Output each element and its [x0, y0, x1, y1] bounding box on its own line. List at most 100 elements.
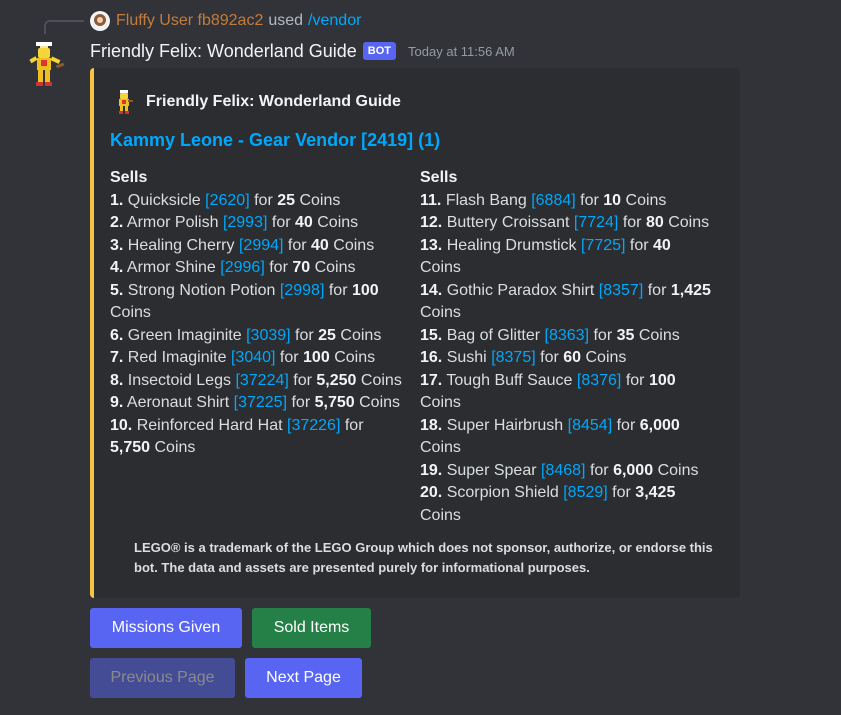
for-word: for — [279, 349, 299, 366]
item-id-link[interactable]: [7725] — [581, 237, 625, 254]
embed-footer-disclaimer: LEGO® is a trademark of the LEGO Group w… — [134, 540, 713, 575]
coins-word: Coins — [110, 304, 151, 321]
list-item: 20. Scorpion Shield [8529] for 3,425 Coi… — [420, 482, 716, 527]
next-page-button[interactable]: Next Page — [245, 658, 362, 698]
item-id-link[interactable]: [8529] — [563, 484, 607, 501]
for-word: for — [593, 326, 613, 344]
item-number: 8. — [110, 371, 124, 389]
item-name: Aeronaut Shirt — [126, 394, 230, 411]
for-word: for — [589, 461, 609, 479]
for-word: for — [625, 371, 645, 389]
list-item: 9. Aeronaut Shirt [37225] for 5,750 Coin… — [110, 392, 406, 415]
item-name: Red Imaginite — [127, 349, 227, 366]
reply-used-text: used — [268, 12, 304, 29]
item-name: Super Spear — [446, 461, 537, 479]
item-id-link[interactable]: [8454] — [568, 417, 612, 434]
item-name: Insectoid Legs — [127, 371, 231, 389]
item-id-link[interactable]: [2620] — [205, 192, 249, 209]
item-id-link[interactable]: [3039] — [246, 327, 290, 344]
coins-word: Coins — [333, 236, 375, 254]
coins-word: Coins — [585, 349, 627, 366]
coins-word: Coins — [420, 506, 461, 524]
item-id-link[interactable]: [6884] — [531, 192, 575, 209]
item-number: 19. — [420, 461, 443, 479]
item-id-link[interactable]: [8468] — [541, 462, 585, 479]
sold-items-button[interactable]: Sold Items — [252, 608, 371, 648]
vendor-embed: Friendly Felix: Wonderland Guide Kammy L… — [90, 68, 740, 598]
item-price: 1,425 — [670, 281, 711, 299]
bot-avatar[interactable] — [20, 40, 68, 88]
item-number: 10. — [110, 416, 133, 434]
item-id-link[interactable]: [37224] — [235, 372, 288, 389]
coins-word: Coins — [154, 439, 196, 456]
list-item: 10. Reinforced Hard Hat [37226] for 5,75… — [110, 415, 406, 460]
item-name: Super Hairbrush — [446, 416, 564, 434]
item-id-link[interactable]: [8376] — [577, 372, 621, 389]
item-id-link[interactable]: [2994] — [239, 237, 283, 254]
item-id-link[interactable]: [7724] — [574, 214, 618, 231]
list-item: 15. Bag of Glitter [8363] for 35 Coins — [420, 325, 716, 348]
coins-word: Coins — [420, 394, 461, 411]
item-id-link[interactable]: [2996] — [220, 259, 264, 276]
coins-word: Coins — [360, 371, 402, 389]
item-number: 13. — [420, 236, 443, 254]
reply-command[interactable]: /vendor — [308, 12, 361, 30]
item-id-link[interactable]: [37225] — [234, 394, 287, 411]
list-item: 13. Healing Drumstick [7725] for 40 Coin… — [420, 235, 716, 280]
item-id-link[interactable]: [8375] — [491, 349, 535, 366]
reply-username[interactable]: Fluffy User fb892ac2 — [116, 12, 263, 30]
reply-reference[interactable]: Fluffy User fb892ac2 used /vendor — [90, 11, 361, 31]
sells-column-left: Sells 1. Quicksicle [2620] for 25 Coins 2… — [110, 167, 406, 460]
for-word: for — [271, 214, 291, 231]
item-number: 17. — [420, 371, 443, 389]
bot-name[interactable]: Friendly Felix: Wonderland Guide — [90, 41, 357, 62]
message-header: Friendly Felix: Wonderland Guide BOT Tod… — [90, 39, 515, 63]
sells-column-right: Sells 11. Flash Bang [6884] for 10 Coins… — [420, 167, 716, 527]
item-id-link[interactable]: [8363] — [545, 327, 589, 344]
item-price: 40 — [653, 236, 671, 254]
coins-word: Coins — [340, 326, 382, 344]
embed-title-link[interactable]: Kammy Leone - Gear Vendor [2419] (1) — [110, 130, 440, 151]
coins-word: Coins — [638, 326, 680, 344]
item-number: 3. — [110, 236, 124, 254]
coins-word: Coins — [420, 439, 461, 456]
item-number: 14. — [420, 281, 443, 299]
item-number: 9. — [110, 394, 124, 411]
item-name: Buttery Croissant — [446, 214, 570, 231]
item-id-link[interactable]: [8357] — [599, 282, 643, 299]
for-word: for — [291, 394, 311, 411]
item-number: 4. — [110, 259, 124, 276]
previous-page-button[interactable]: Previous Page — [90, 658, 235, 698]
item-name: Armor Shine — [126, 259, 216, 276]
item-number: 12. — [420, 214, 443, 231]
for-word: for — [295, 326, 314, 344]
item-id-link[interactable]: [3040] — [231, 349, 275, 366]
item-price: 5,750 — [314, 394, 355, 411]
for-word: for — [616, 416, 636, 434]
list-item: 18. Super Hairbrush [8454] for 6,000 Coi… — [420, 415, 716, 460]
item-id-link[interactable]: [2998] — [280, 282, 324, 299]
embed-author-name: Friendly Felix: Wonderland Guide — [146, 93, 401, 110]
item-number: 1. — [110, 191, 124, 209]
item-price: 6,000 — [639, 416, 680, 434]
list-item: 11. Flash Bang [6884] for 10 Coins — [420, 190, 716, 213]
item-price: 35 — [616, 326, 635, 344]
for-word: for — [287, 236, 307, 254]
list-item: 3. Healing Cherry [2994] for 40 Coins — [110, 235, 406, 258]
item-name: Reinforced Hard Hat — [136, 416, 283, 434]
item-name: Bag of Glitter — [446, 326, 541, 344]
item-id-link[interactable]: [37226] — [287, 417, 340, 434]
item-price: 3,425 — [635, 484, 676, 501]
item-name: Healing Drumstick — [446, 236, 577, 254]
list-item: 19. Super Spear [8468] for 6,000 Coins — [420, 460, 716, 483]
missions-given-button[interactable]: Missions Given — [90, 608, 242, 648]
coins-word: Coins — [668, 214, 710, 231]
user-avatar-icon[interactable] — [90, 11, 110, 31]
item-price: 100 — [303, 349, 330, 366]
list-item: 2. Armor Polish [2993] for 40 Coins — [110, 212, 406, 235]
minifigure-icon — [119, 90, 133, 114]
for-word: for — [328, 281, 348, 299]
item-name: Tough Buff Sauce — [446, 371, 573, 389]
item-id-link[interactable]: [2993] — [223, 214, 267, 231]
for-word: for — [254, 191, 273, 209]
